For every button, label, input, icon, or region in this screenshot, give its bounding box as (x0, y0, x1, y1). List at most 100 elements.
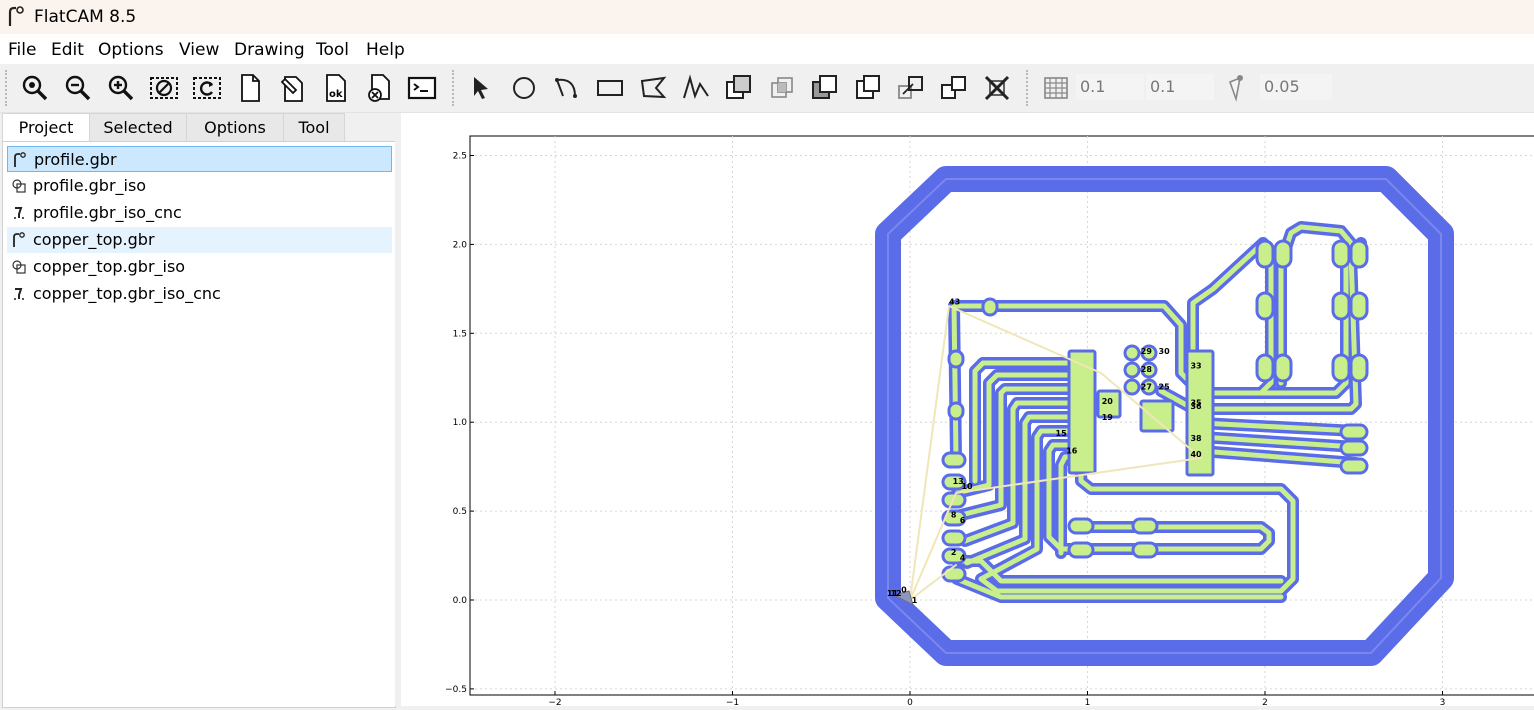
grid-snap-button[interactable] (1040, 72, 1072, 104)
edit-button[interactable] (277, 72, 309, 104)
project-item-label: copper_top.gbr_iso (33, 257, 186, 276)
copy-tool-button[interactable] (938, 72, 970, 104)
new-project-button[interactable] (234, 72, 266, 104)
edit-icon (280, 76, 303, 102)
toolbar: ok 0.1 0.1 0.05 (0, 64, 1534, 113)
clear-plot-button[interactable] (148, 72, 180, 104)
pad-label: 10 (961, 482, 973, 491)
plot-canvas[interactable]: −2 −1 0 1 2 3 2.5 2.0 1.5 1.0 0.5 0.0 −0.5 (401, 113, 1534, 708)
project-item-label: profile.gbr (34, 150, 117, 169)
plot-svg[interactable]: −2 −1 0 1 2 3 2.52.01.51.00.50.0−0.5 432… (401, 113, 1534, 708)
move-icon (898, 76, 923, 99)
menu-edit[interactable]: Edit (51, 40, 84, 60)
circle-tool-button[interactable] (508, 72, 540, 104)
project-item-profile-gbr-iso[interactable]: profile.gbr_iso (7, 173, 392, 199)
project-item-copper-top-gbr[interactable]: copper_top.gbr (7, 227, 392, 253)
pad-label: 29 (1141, 347, 1153, 356)
svg-text:ok: ok (329, 89, 343, 100)
zoom-fit-icon (22, 75, 48, 101)
select-tool-button[interactable] (465, 72, 497, 104)
toolbar-grip-draw[interactable] (452, 70, 457, 106)
pad-label: 4 (960, 553, 966, 562)
cnc-icon (14, 288, 24, 300)
subtract-tool-button[interactable] (809, 72, 841, 104)
title-bar: FlatCAM 8.5 (0, 0, 1534, 34)
move-tool-button[interactable] (895, 72, 927, 104)
pad-label: 38 (1190, 434, 1202, 443)
rectangle-icon (597, 80, 623, 96)
project-item-profile-gbr[interactable]: profile.gbr (7, 146, 392, 172)
y-tick-label: 1.5 (453, 329, 467, 339)
x-tick-label: 2 (1262, 698, 1268, 706)
geometry-icon (12, 179, 26, 193)
project-item-label: profile.gbr_iso (33, 176, 147, 195)
shell-button[interactable] (406, 72, 438, 104)
pad-label: 40 (1190, 450, 1202, 459)
menu-tool[interactable]: Tool (316, 40, 349, 60)
replot-icon (193, 77, 221, 99)
menu-options[interactable]: Options (98, 40, 164, 60)
pad-label: 19 (1102, 413, 1114, 422)
polygon-tool-button[interactable] (637, 72, 669, 104)
zoom-in-icon (108, 75, 134, 101)
project-item-copper-top-gbr-iso[interactable]: copper_top.gbr_iso (7, 254, 392, 280)
rectangle-tool-button[interactable] (594, 72, 626, 104)
pad-label: 36 (1190, 402, 1202, 411)
y-tick-label: 0.5 (453, 507, 467, 517)
cnc-icon (14, 207, 24, 219)
pad-label: 15 (1056, 429, 1068, 438)
pad-label: 12 (890, 589, 901, 598)
delete-shape-button[interactable] (981, 72, 1013, 104)
arc-icon (555, 78, 577, 98)
subtract-icon (812, 75, 837, 99)
zoom-fit-button[interactable] (19, 72, 51, 104)
menu-bar: File Edit Options View Drawing Tool Help (0, 34, 1534, 64)
tab-selected[interactable]: Selected (89, 113, 187, 142)
tab-tool[interactable]: Tool (283, 113, 345, 142)
pad-label: 6 (960, 516, 966, 525)
snap-max-field[interactable]: 0.05 (1260, 74, 1332, 100)
snap-corner-button[interactable] (1222, 72, 1254, 104)
zoom-out-button[interactable] (62, 72, 94, 104)
select-icon (474, 77, 488, 99)
replot-button[interactable] (191, 72, 223, 104)
snap-corner-icon (1228, 75, 1243, 103)
intersection-tool-button[interactable] (766, 72, 798, 104)
path-tool-button[interactable] (680, 72, 712, 104)
x-tick-label: 3 (1440, 698, 1446, 706)
cut-icon (856, 75, 880, 99)
grid-x-field[interactable]: 0.1 (1076, 74, 1144, 100)
gerber-icon (13, 232, 25, 247)
project-item-profile-gbr-iso-cnc[interactable]: profile.gbr_iso_cnc (7, 200, 392, 226)
toolbar-grip-snap[interactable] (1026, 70, 1031, 106)
menu-view[interactable]: View (179, 40, 219, 60)
gerber-icon (14, 152, 26, 167)
path-icon (683, 74, 709, 100)
arc-tool-button[interactable] (551, 72, 583, 104)
delete-button[interactable] (363, 72, 395, 104)
tab-options[interactable]: Options (186, 113, 284, 142)
pad-label: 27 (1141, 383, 1152, 392)
union-tool-button[interactable] (723, 72, 755, 104)
menu-help[interactable]: Help (366, 40, 405, 60)
project-item-label: profile.gbr_iso_cnc (33, 203, 182, 222)
pad-label: 2 (951, 548, 957, 557)
intersection-icon (771, 77, 793, 98)
cut-tool-button[interactable] (852, 72, 884, 104)
ok-button[interactable]: ok (320, 72, 352, 104)
tab-project[interactable]: Project (2, 113, 90, 143)
notebook-tabs: Project Selected Options Tool (0, 113, 394, 143)
x-tick-label: −1 (726, 698, 739, 706)
y-tick-label: 1.0 (453, 418, 468, 428)
copy-icon (941, 76, 966, 99)
project-item-copper-top-gbr-iso-cnc[interactable]: copper_top.gbr_iso_cnc (7, 281, 392, 307)
menu-drawing[interactable]: Drawing (234, 40, 305, 60)
flatcam-icon (8, 6, 24, 26)
zoom-in-button[interactable] (105, 72, 137, 104)
toolbar-grip[interactable] (5, 70, 10, 106)
y-tick-label: 2.5 (453, 152, 467, 162)
x-tick-label: 1 (1085, 698, 1091, 706)
grid-y-field[interactable]: 0.1 (1146, 74, 1214, 100)
clear-plot-icon (150, 77, 178, 99)
menu-file[interactable]: File (8, 40, 36, 60)
